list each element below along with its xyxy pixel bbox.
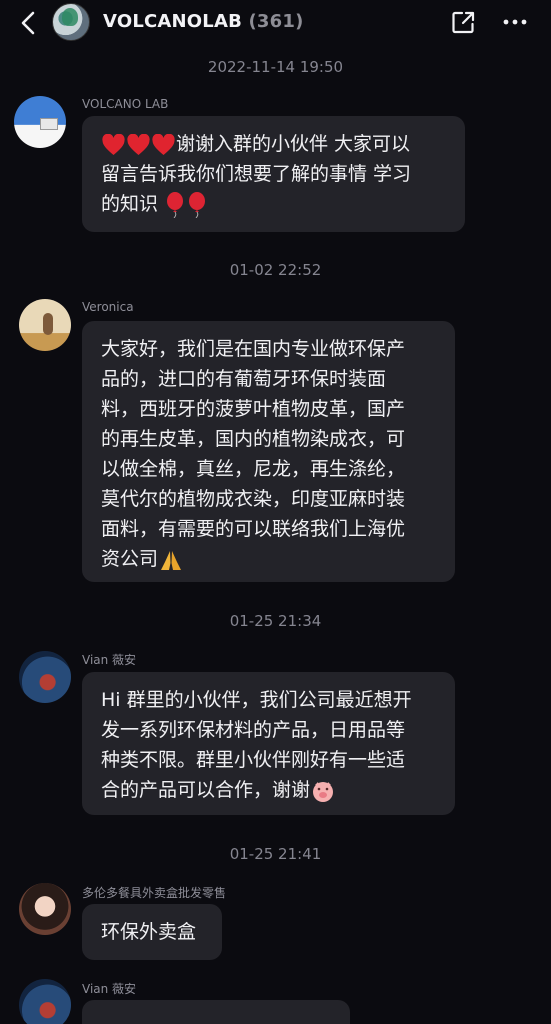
message-text: 面料，有需要的可以联络我们上海优: [101, 518, 406, 540]
chat-screen: VOLCANOLAB (361) 2022-11-14 19:50 VOLCAN…: [0, 0, 551, 1024]
blushing-pig-emoji: [313, 781, 334, 802]
timestamp: 2022-11-14 19:50: [207, 58, 344, 76]
message-text: 合的产品可以合作，谢谢: [101, 779, 311, 801]
message-text: 莫代尔的植物成衣染，印度亚麻时装: [101, 488, 406, 510]
group-name: VOLCANOLAB: [103, 11, 243, 32]
red-heart-emoji: [102, 133, 125, 155]
sender-name: Veronica: [82, 300, 134, 314]
balloon-emoji: [189, 191, 206, 218]
chevron-left-icon[interactable]: [14, 8, 44, 38]
message-text: 以做全棉，真丝，尼龙，再生涤纶，: [101, 458, 406, 480]
external-share-icon[interactable]: [451, 10, 476, 35]
chat-title: VOLCANOLAB (361): [103, 11, 304, 32]
sender-name: VOLCANO LAB: [82, 97, 169, 111]
avatar[interactable]: [19, 979, 71, 1024]
group-avatar[interactable]: [52, 3, 90, 41]
message-text: 料，西班牙的菠萝叶植物皮革，国产: [101, 398, 406, 420]
chat-header: VOLCANOLAB (361): [0, 0, 551, 46]
message-text: 大家好，我们是在国内专业做环保产: [101, 338, 406, 360]
avatar[interactable]: [19, 299, 71, 351]
red-heart-emoji: [127, 133, 150, 155]
red-heart-emoji: [152, 133, 175, 155]
folded-hands-emoji: [161, 550, 182, 570]
message-text: 的知识: [101, 193, 159, 215]
message-text: 留言告诉我你们想要了解的事情 学习: [101, 163, 412, 185]
sender-name: Vian 薇安: [82, 982, 137, 996]
message-bubble[interactable]: 谢谢入群的小伙伴 大家可以 留言告诉我你们想要了解的事情 学习 的知识: [82, 116, 465, 232]
avatar[interactable]: [14, 96, 66, 148]
more-dots-icon[interactable]: [502, 10, 528, 34]
message-text: 环保外卖盒: [101, 921, 197, 943]
avatar[interactable]: [19, 883, 71, 935]
message-text: 的再生皮革，国内的植物染成衣，可: [101, 428, 406, 450]
message-bubble[interactable]: 环保外卖盒: [82, 904, 222, 960]
message-text: 谢谢入群的小伙伴 大家可以: [176, 133, 411, 155]
member-count: (361): [248, 11, 304, 32]
sender-name: 多伦多餐具外卖盒批发零售: [82, 886, 227, 900]
timestamp: 01-02 22:52: [229, 261, 322, 279]
message-text: Hi 群里的小伙伴，我们公司最近想开: [101, 689, 412, 711]
balloon-emoji: [167, 191, 184, 218]
timestamp: 01-25 21:41: [229, 845, 322, 863]
message-text: 品的，进口的有葡萄牙环保时装面: [101, 368, 387, 390]
avatar[interactable]: [19, 651, 71, 703]
message-text: 资公司: [101, 548, 159, 570]
sender-name: Vian 薇安: [82, 653, 137, 667]
timestamp: 01-25 21:34: [229, 612, 322, 630]
message-text: 种类不限。群里小伙伴刚好有一些适: [101, 749, 406, 771]
message-text: 发一系列环保材料的产品，日用品等: [101, 719, 406, 741]
message-bubble[interactable]: [82, 1000, 350, 1024]
message-bubble[interactable]: 大家好，我们是在国内专业做环保产 品的，进口的有葡萄牙环保时装面 料，西班牙的菠…: [82, 321, 455, 582]
message-bubble[interactable]: Hi 群里的小伙伴，我们公司最近想开 发一系列环保材料的产品，日用品等 种类不限…: [82, 672, 455, 815]
